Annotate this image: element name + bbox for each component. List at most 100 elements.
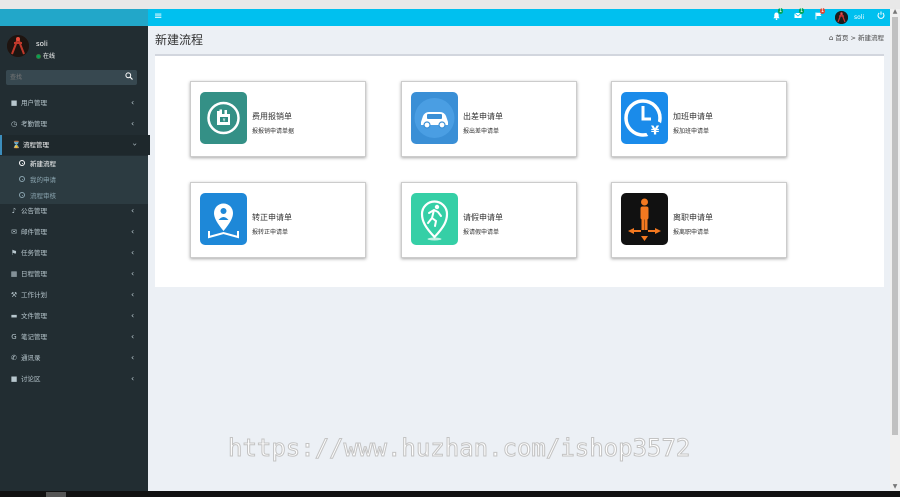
note-icon: G	[11, 333, 17, 341]
sidebar-item-notice[interactable]: ♪ 公告管理 ‹	[0, 201, 148, 221]
sidebar-item-plan[interactable]: ⚒ 工作计划 ‹	[0, 285, 148, 305]
clock-yen-icon: ¥	[621, 92, 668, 144]
online-dot-icon	[36, 54, 41, 59]
card-expense[interactable]: ¥ 费用报销单 报报销申请单据	[190, 81, 366, 157]
sidebar-item-label: 流程管理	[23, 141, 49, 149]
hand-pay-icon: ¥	[200, 92, 247, 144]
car-icon	[411, 92, 458, 144]
folder-icon: ▬	[10, 312, 18, 320]
browser-top-bar	[0, 0, 900, 9]
flag-icon: ⚑	[10, 249, 18, 257]
sidebar-item-files[interactable]: ▬ 文件管理 ‹	[0, 306, 148, 326]
user-panel: soli 在线	[0, 26, 148, 68]
card-title: 请假申请单	[463, 213, 503, 222]
sidebar-item-label: 工作计划	[21, 291, 47, 299]
page-title: 新建流程	[155, 33, 204, 47]
svg-text:¥: ¥	[651, 124, 660, 138]
calendar-icon: ▦	[10, 270, 18, 278]
card-overtime[interactable]: ¥ 加班申请单 报加班申请单	[611, 81, 787, 157]
vertical-scrollbar[interactable]: ▲ ▼	[890, 9, 900, 491]
process-card-panel: ¥ 费用报销单 报报销申请单据 出差申请单 报出差申请单 ¥ 加班申请单 报加班…	[155, 54, 884, 287]
search-box	[6, 70, 137, 85]
submenu-label: 我的申请	[30, 176, 56, 184]
person-exit-icon	[621, 193, 668, 245]
hourglass-icon: ⌛	[12, 141, 21, 149]
sidebar-item-attendance[interactable]: ◷ 考勤管理 ‹	[0, 114, 148, 134]
runner-icon	[411, 193, 458, 245]
sidebar-item-label: 考勤管理	[21, 120, 47, 128]
chevron-left-icon: ‹	[131, 227, 135, 236]
sidebar-item-process[interactable]: ⌛ 流程管理 ‹	[0, 135, 150, 155]
card-leave[interactable]: 请假申请单 报请假申请单	[401, 182, 577, 258]
status-label: 在线	[43, 53, 56, 60]
sidebar-item-forum[interactable]: ■ 讨论区 ‹	[0, 369, 148, 389]
sidebar-item-contacts[interactable]: ✆ 通讯录 ‹	[0, 348, 148, 368]
scroll-down-icon[interactable]: ▼	[891, 484, 899, 490]
sidebar: soli 在线 ■ 用户管理 ‹ ◷ 考勤管理 ‹ ⌛ 流程管理 ‹ 新建流程 …	[0, 26, 150, 491]
users-icon: ■	[10, 99, 18, 107]
card-subtitle: 报请假申请单	[463, 229, 500, 236]
card-title: 转正申请单	[252, 213, 292, 222]
user-name: soli	[36, 40, 48, 48]
sidebar-item-schedule[interactable]: ▦ 日程管理 ‹	[0, 264, 148, 284]
sidebar-item-users[interactable]: ■ 用户管理 ‹	[0, 93, 148, 113]
logo-area[interactable]	[0, 9, 148, 26]
bell-icon[interactable]: 1	[773, 8, 784, 23]
sidebar-item-notes[interactable]: G 笔记管理 ‹	[0, 327, 148, 347]
task-badge: 1	[820, 8, 826, 14]
card-title: 离职申请单	[673, 213, 713, 222]
sidebar-item-label: 公告管理	[21, 207, 47, 215]
envelope-icon[interactable]: 1	[794, 8, 805, 22]
sidebar-item-label: 邮件管理	[21, 228, 47, 236]
breadcrumb-separator: >	[850, 34, 856, 42]
notification-badge: 1	[778, 8, 784, 14]
card-title: 费用报销单	[252, 112, 292, 121]
hamburger-icon[interactable]: ≡	[154, 11, 162, 23]
card-title: 加班申请单	[673, 112, 713, 121]
card-business-trip[interactable]: 出差申请单 报出差申请单	[401, 81, 577, 157]
submenu-item-my-requests[interactable]: 我的申请	[0, 172, 148, 188]
scrollbar-thumb[interactable]	[892, 17, 898, 435]
envelope-icon: ✉	[11, 228, 17, 236]
card-subtitle: 报转正申请单	[252, 229, 289, 236]
clock-icon: ◷	[10, 120, 18, 128]
phone-icon: ✆	[11, 354, 17, 362]
circle-icon	[19, 160, 25, 166]
search-input[interactable]	[6, 70, 122, 85]
sidebar-item-label: 文件管理	[21, 312, 47, 320]
taskbar-item[interactable]	[46, 492, 66, 497]
card-subtitle: 报出差申请单	[463, 128, 500, 135]
top-username[interactable]: soli	[854, 14, 864, 21]
sidebar-item-label: 笔记管理	[21, 333, 47, 341]
chevron-down-icon: ‹	[130, 142, 140, 147]
search-icon[interactable]	[125, 72, 133, 83]
user-status: 在线	[36, 51, 55, 60]
circle-icon	[19, 192, 25, 198]
breadcrumb-home-link[interactable]: 首页	[835, 34, 848, 42]
sidebar-item-mail[interactable]: ✉ 邮件管理 ‹	[0, 222, 148, 242]
chevron-left-icon: ‹	[131, 206, 135, 215]
chevron-left-icon: ‹	[131, 248, 135, 257]
top-navbar: ≡ 1 1 1 soli	[148, 8, 890, 26]
avatar	[7, 35, 29, 57]
sidebar-item-label: 用户管理	[21, 99, 47, 107]
process-submenu: 新建流程 我的申请 流程审核	[0, 156, 148, 204]
chevron-left-icon: ‹	[131, 353, 135, 362]
chevron-left-icon: ‹	[131, 119, 135, 128]
sidebar-item-task[interactable]: ⚑ 任务管理 ‹	[0, 243, 148, 263]
breadcrumb: ⌂ 首页 > 新建流程	[829, 32, 884, 42]
card-regularization[interactable]: 转正申请单 报转正申请单	[190, 182, 366, 258]
sidebar-item-label: 通讯录	[21, 354, 41, 362]
flag-icon[interactable]: 1	[815, 8, 826, 23]
card-resignation[interactable]: 离职申请单 报离职申请单	[611, 182, 787, 258]
avatar[interactable]	[835, 11, 848, 24]
taskbar	[0, 491, 900, 497]
svg-text:¥: ¥	[223, 118, 226, 124]
bell-icon: ♪	[11, 207, 17, 215]
submenu-item-new-process[interactable]: 新建流程	[0, 156, 148, 172]
power-icon[interactable]	[877, 11, 885, 22]
breadcrumb-current: 新建流程	[858, 34, 884, 42]
message-badge: 1	[799, 8, 805, 14]
scroll-up-icon[interactable]: ▲	[891, 9, 899, 15]
chevron-left-icon: ‹	[131, 98, 135, 107]
